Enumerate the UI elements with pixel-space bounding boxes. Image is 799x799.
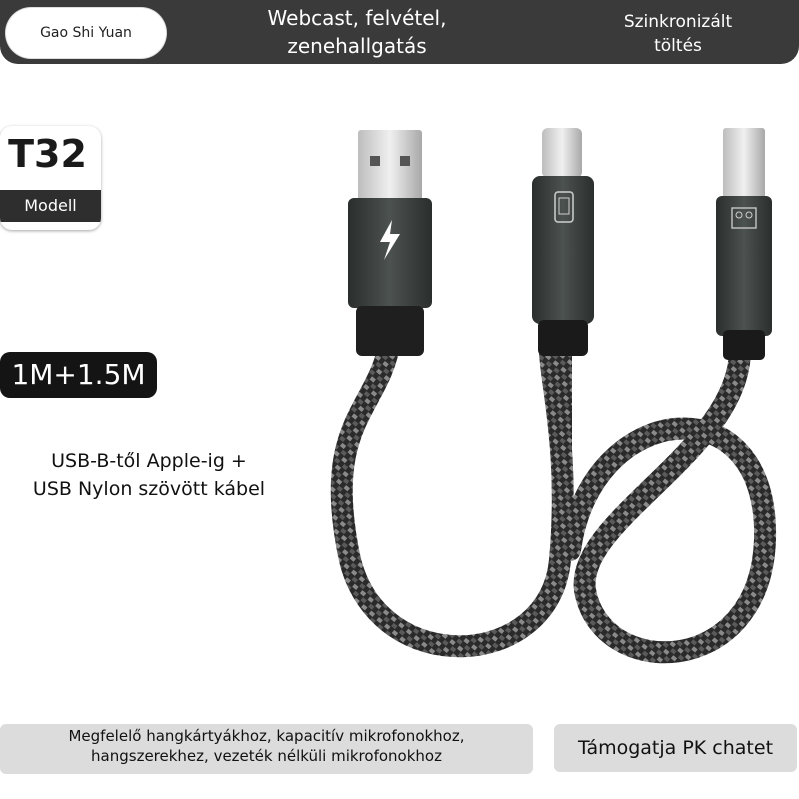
header-feature-line2: zenehallgatás [287, 34, 427, 58]
cable-loop-left [330, 329, 574, 658]
product-description: USB-B-től Apple-ig + USB Nylon szövött k… [4, 447, 294, 503]
description-line1: USB-B-től Apple-ig + [51, 450, 247, 472]
lightning-connector [532, 128, 594, 356]
description-line2: USB Nylon szövött kábel [32, 478, 266, 500]
header-features: Webcast, felvétel, zenehallgatás [232, 4, 482, 60]
header-sync-line1: Szinkronizált [623, 12, 733, 32]
cable-illustration [330, 128, 777, 664]
compatibility-note: Megfelelő hangkártyákhoz, kapacitív mikr… [0, 724, 533, 774]
brand-label: Gao Shi Yuan [6, 8, 166, 58]
pk-chat-note: Támogatja PK chatet [554, 724, 797, 772]
model-card: T32 Modell [0, 126, 101, 230]
compatibility-line2: hangszerekhez, vezeték nélküli mikrofono… [91, 747, 442, 765]
cable-loop-right [559, 339, 777, 664]
usb-a-connector [348, 130, 432, 356]
brand-name: Gao Shi Yuan [40, 25, 132, 41]
model-label: Modell [0, 190, 101, 222]
compatibility-line1: Megfelelő hangkártyákhoz, kapacitív mikr… [68, 727, 465, 745]
header-bar: Gao Shi Yuan Webcast, felvétel, zenehall… [0, 0, 799, 64]
model-code: T32 [8, 132, 87, 176]
header-sync-line2: töltés [654, 36, 702, 56]
header-sync: Szinkronizált töltés [598, 10, 758, 58]
header-feature-line1: Webcast, felvétel, [267, 6, 447, 30]
usb-b-connector [716, 128, 772, 360]
length-badge: 1M+1.5M [0, 352, 157, 398]
